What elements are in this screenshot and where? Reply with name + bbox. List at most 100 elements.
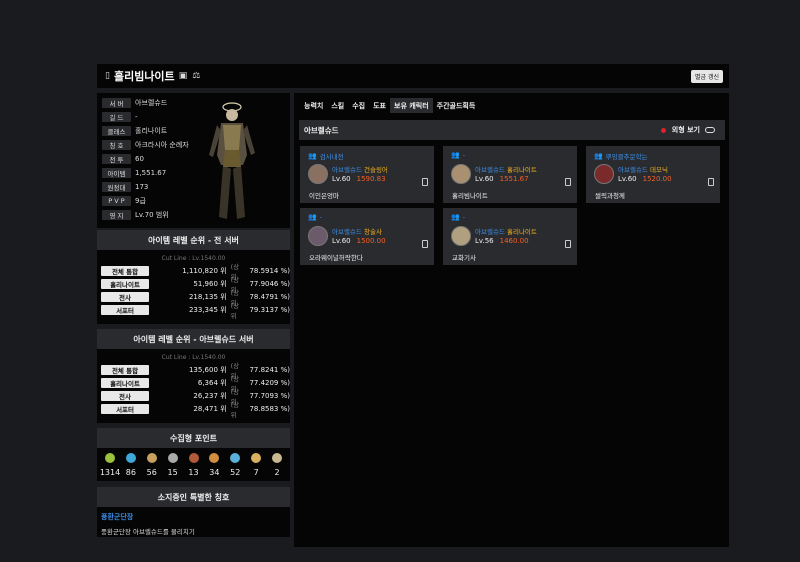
card-level: Lv.60 1551.67 — [475, 175, 529, 183]
tab-stats[interactable]: 능력치 — [300, 98, 327, 113]
tab-characters[interactable]: 보유 캐릭터 — [390, 98, 433, 113]
character-card[interactable]: 👥 - 아브렐슈드 홀리나이트 Lv.56 1460.00 교화기사 — [443, 208, 577, 265]
collect-list: 1314 86 56 15 13 34 52 7 2 — [97, 448, 290, 477]
special-title-desc: 풍환군단장 아브렐슈드를 물리치기 — [101, 528, 195, 536]
collect-value: 7 — [253, 468, 259, 477]
refresh-button[interactable]: 별금 갱신 — [691, 70, 723, 83]
collect-item[interactable]: 1314 — [100, 453, 120, 477]
rank-server-panel: 아이템 레벨 순위 - 아브렐슈드 서버 Cut Line : Lv.1540.… — [97, 329, 290, 423]
outfit-label: 외형 보기 — [671, 126, 700, 134]
card-character-name: 오라웨이널허락한다 — [309, 254, 363, 262]
collect-value: 15 — [167, 468, 178, 477]
special-title-name: 풍환군단장 — [101, 513, 134, 521]
card-server-class: 아브렐슈드 홀리나이트 — [475, 228, 537, 236]
collect-value: 2 — [274, 468, 280, 477]
card-guild: 👥 검사내전 — [308, 152, 344, 161]
card-server-class: 아브렐슈드 데모닉 — [618, 166, 668, 174]
profile-row-guild: 길 드- — [102, 111, 138, 122]
tab-weekly-gold[interactable]: 주간골드획득 — [433, 98, 480, 113]
card-character-name: 썰릭과청께 — [595, 192, 625, 200]
copy-icon[interactable] — [565, 178, 571, 186]
profile-row-combat: 전 투 60 — [102, 153, 144, 164]
scale-icon[interactable]: ⚖ — [192, 71, 200, 81]
copy-icon[interactable] — [422, 178, 428, 186]
character-card[interactable]: 👥 뿌잉클추문학는아브렐슈드 데모닉 Lv.60 1520.00 썰릭과청께 — [586, 146, 720, 203]
collect-value: 34 — [209, 468, 220, 477]
rank-row: 전사 218,135 위 (상위 78.4791 %) — [97, 289, 290, 307]
profile-row-class: 클래스 홀리나이트 — [102, 125, 167, 136]
collect-item[interactable]: 56 — [142, 453, 162, 477]
character-avatar — [308, 226, 328, 246]
character-card[interactable]: 👥 - 아브렐슈드 홀리나이트 Lv.60 1551.67 홀리빔나이트 — [443, 146, 577, 203]
collect-value: 13 — [188, 468, 199, 477]
profile-row-estate: 영 지 Lv.70 범위 — [102, 209, 169, 220]
id-card-icon[interactable]: ▣ — [179, 71, 188, 81]
copy-icon[interactable] — [708, 178, 714, 186]
mokoko-seed-icon — [105, 453, 115, 463]
collect-value: 52 — [230, 468, 241, 477]
profile-row-title: 칭 호 아크라시아 순례자 — [102, 139, 189, 150]
rank-row: 홀리나이트 51,960 위 (상위 77.9046 %) — [97, 276, 290, 294]
header-bar: ▯ 홀리빔나이트 ▣ ⚖ 별금 갱신 — [97, 64, 729, 88]
collect-title: 수집형 포인트 — [97, 428, 290, 448]
toggle-icon[interactable] — [705, 127, 715, 133]
card-level: Lv.56 1460.00 — [475, 237, 529, 245]
card-server-class: 아브렐슈드 건슬링어 — [332, 166, 388, 174]
collect-item[interactable]: 52 — [225, 453, 245, 477]
tab-skills[interactable]: 스킬 — [327, 98, 348, 113]
rank-row: 전체 통합 135,600 위 (상위 77.8241 %) — [97, 362, 290, 380]
great-art-icon — [146, 453, 157, 463]
collect-item[interactable]: 86 — [121, 453, 141, 477]
rank-server-title: 아이템 레벨 순위 - 아브렐슈드 서버 — [97, 329, 290, 349]
main-panel: 능력치 스킬 수집 도표 보유 캐릭터 주간골드획득 아브렐슈드 외형 보기 👥… — [294, 93, 729, 547]
character-avatar — [594, 164, 614, 184]
card-level: Lv.60 1590.83 — [332, 175, 386, 183]
card-guild: 👥 - — [308, 213, 323, 221]
rank-row: 전사 26,237 위 (상위 77.7093 %) — [97, 388, 290, 406]
outfit-toggle[interactable]: 외형 보기 — [660, 125, 715, 135]
server-name: 아브렐슈드 — [304, 125, 339, 135]
collect-item[interactable]: 2 — [267, 453, 287, 477]
card-guild: 👥 - — [451, 151, 466, 159]
profile-row-server: 서 버 아브렐슈드 — [102, 97, 167, 108]
guild-icon: 👥 — [451, 151, 460, 159]
rank-all-title: 아이템 레벨 순위 - 전 서버 — [97, 230, 290, 250]
character-avatar — [451, 226, 471, 246]
collect-item[interactable]: 15 — [163, 453, 183, 477]
rank-row: 전체 통합 1,110,820 위 (상위 78.5914 %) — [97, 263, 290, 281]
omnium-star-icon — [272, 453, 282, 463]
copy-icon[interactable] — [422, 240, 428, 248]
titles-title: 소지중인 특별한 칭호 — [97, 487, 290, 507]
card-level: Lv.60 1520.00 — [618, 175, 672, 183]
collect-item[interactable]: 7 — [246, 453, 266, 477]
collect-value: 86 — [125, 468, 136, 477]
profile-panel: 서 버 아브렐슈드 길 드- 클래스 홀리나이트 칭 호 아크라시아 순례자 전 투6… — [97, 93, 290, 228]
character-name: 홀리빔나이트 — [113, 70, 175, 83]
orpheus-star-icon — [251, 453, 262, 463]
character-portrait — [209, 102, 255, 219]
tab-chart[interactable]: 도표 — [369, 98, 390, 113]
voyage-icon — [209, 453, 220, 463]
collect-value: 56 — [146, 468, 157, 477]
guild-icon: 👥 — [451, 213, 460, 221]
collect-item[interactable]: 34 — [204, 453, 224, 477]
character-card[interactable]: 👥 검사내전아브렐슈드 건슬링어 Lv.60 1590.83 이인은엉마 — [300, 146, 434, 203]
card-character-name: 홀리빔나이트 — [452, 192, 488, 200]
island-heart-icon — [125, 453, 136, 463]
rank-all-panel: 아이템 레벨 순위 - 전 서버 Cut Line : Lv.1540.00 전… — [97, 230, 290, 324]
collect-panel: 수집형 포인트 1314 86 56 15 13 34 52 7 2 — [97, 428, 290, 481]
titles-panel: 소지중인 특별한 칭호 풍환군단장 풍환군단장 아브렐슈드를 물리치기 — [97, 487, 290, 537]
character-card[interactable]: 👥 - 아브렐슈드 창술사 Lv.60 1500.00 오라웨이널허락한다 — [300, 208, 434, 265]
giant-heart-icon — [167, 453, 178, 463]
server-header: 아브렐슈드 외형 보기 — [299, 120, 725, 140]
guild-icon: 👥 — [308, 152, 317, 160]
copy-icon[interactable] — [565, 240, 571, 248]
collect-item[interactable]: 13 — [184, 453, 204, 477]
profile-row-pvp: P V P 9급 — [102, 195, 146, 206]
card-character-name: 이인은엉마 — [309, 192, 339, 200]
tab-collect[interactable]: 수집 — [348, 98, 369, 113]
ignea-token-icon — [188, 453, 199, 463]
card-guild: 👥 뿌잉클추문학는 — [594, 152, 648, 161]
character-avatar — [451, 164, 471, 184]
bookmark-icon[interactable]: ▯ — [105, 71, 110, 81]
